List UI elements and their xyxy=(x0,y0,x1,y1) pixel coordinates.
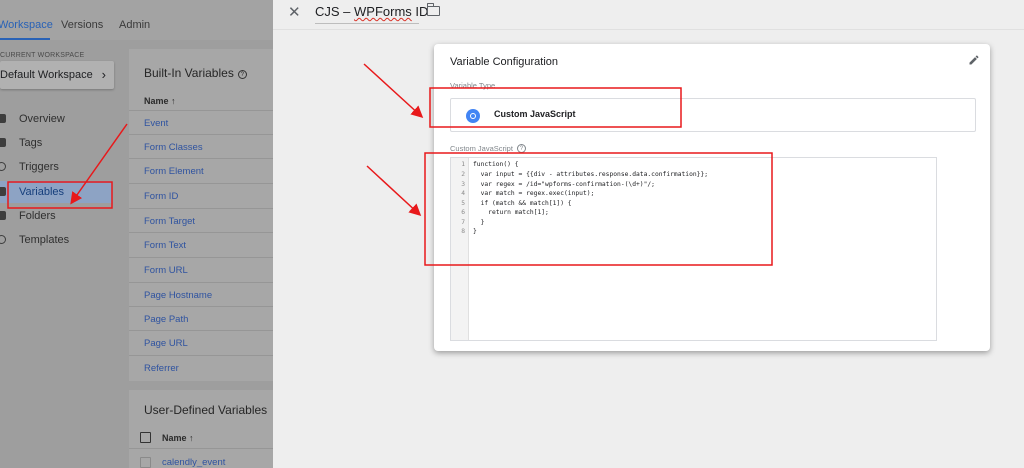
table-row[interactable]: Page URL xyxy=(129,330,273,354)
code-line: } xyxy=(473,219,485,226)
current-workspace-label: CURRENT WORKSPACE xyxy=(0,52,85,59)
code-line: return match[1]; xyxy=(473,209,549,216)
line-number: 1 xyxy=(461,161,465,168)
table-row[interactable]: Form Target xyxy=(129,208,273,232)
divider xyxy=(129,448,273,449)
variables-icon xyxy=(0,187,6,196)
table-row[interactable]: Page Hostname xyxy=(129,282,273,306)
trigger-icon xyxy=(0,162,6,171)
arrow-to-code xyxy=(366,165,422,217)
line-number: 7 xyxy=(461,219,465,226)
title-underline xyxy=(315,23,419,24)
code-line: function() { xyxy=(473,161,519,168)
edit-pencil-icon[interactable] xyxy=(968,54,980,66)
variable-name-title[interactable]: CJS – WPForms ID xyxy=(315,4,428,24)
code-line: } xyxy=(473,228,477,235)
line-number: 3 xyxy=(461,181,465,188)
sidebar-item-templates[interactable]: Templates xyxy=(0,231,120,251)
folder-icon xyxy=(0,211,6,220)
sidebar-item-label: Folders xyxy=(19,210,56,222)
code-editor[interactable]: 1 2 3 4 5 6 7 8 function() { var input =… xyxy=(450,157,937,341)
line-number-gutter: 1 2 3 4 5 6 7 8 xyxy=(451,158,469,340)
tag-icon xyxy=(0,138,6,147)
variable-type-selector[interactable]: Custom JavaScript xyxy=(450,98,976,132)
table-row[interactable]: Form Classes xyxy=(129,134,273,158)
line-number: 5 xyxy=(461,200,465,207)
variable-configuration-card: Variable Configuration Variable Type Cus… xyxy=(434,44,990,351)
select-all-checkbox[interactable] xyxy=(140,432,151,443)
sidebar-item-variables[interactable]: Variables xyxy=(0,181,112,203)
tab-versions[interactable]: Versions xyxy=(61,19,103,31)
code-line: if (match && match[1]) { xyxy=(473,200,572,207)
variable-type-value: Custom JavaScript xyxy=(494,109,576,119)
chevron-right-icon: › xyxy=(101,67,106,82)
column-header-name[interactable]: Name ↑ xyxy=(162,433,194,443)
sidebar-item-label: Triggers xyxy=(19,161,59,173)
table-row[interactable]: Event xyxy=(129,110,273,134)
top-navigation: Workspace Versions Admin xyxy=(0,0,273,40)
folder-icon[interactable] xyxy=(426,3,440,16)
sidebar-item-label: Templates xyxy=(19,234,70,246)
sidebar-item-overview[interactable]: Overview xyxy=(0,110,120,130)
card-title: Variable Configuration xyxy=(450,56,559,68)
code-line: var input = {{div - attributes.response.… xyxy=(473,171,709,178)
sidebar-item-folders[interactable]: Folders xyxy=(0,207,120,227)
card-title: User-Defined Variables xyxy=(144,403,268,417)
table-row[interactable]: calendly_event xyxy=(162,457,225,468)
line-number: 2 xyxy=(461,171,465,178)
custom-javascript-label: Custom JavaScript? xyxy=(450,144,526,153)
table-row[interactable]: Form URL xyxy=(129,257,273,281)
built-in-variables-card: Built-In Variables? Name ↑ Event Form Cl… xyxy=(129,49,273,381)
table-row[interactable]: Form ID xyxy=(129,183,273,207)
card-title: Built-In Variables? xyxy=(144,66,247,80)
code-line: var match = regex.exec(input); xyxy=(473,190,595,197)
tab-admin[interactable]: Admin xyxy=(119,19,150,31)
header-divider xyxy=(273,29,1024,30)
sidebar-item-triggers[interactable]: Triggers xyxy=(0,158,120,178)
code-line: var regex = /id="wpforms-confirmation-(\… xyxy=(473,181,655,188)
workspace-selector[interactable]: Default Workspace › xyxy=(0,61,114,89)
line-number: 6 xyxy=(461,209,465,216)
table-row[interactable]: Page Path xyxy=(129,306,273,330)
arrow-to-variable-type xyxy=(363,63,424,119)
template-icon xyxy=(0,235,6,244)
column-header-name[interactable]: Name ↑ xyxy=(144,96,176,106)
briefcase-icon xyxy=(0,114,6,123)
table-row[interactable]: Form Text xyxy=(129,232,273,256)
help-icon[interactable]: ? xyxy=(516,144,526,153)
sidebar-item-tags[interactable]: Tags xyxy=(0,134,120,154)
sidebar-item-label: Tags xyxy=(19,137,43,149)
tab-workspace[interactable]: Workspace xyxy=(0,19,53,31)
custom-javascript-icon xyxy=(466,109,480,123)
line-number: 4 xyxy=(461,190,465,197)
active-tab-indicator xyxy=(0,38,50,40)
user-defined-variables-card: User-Defined Variables Name ↑ calendly_e… xyxy=(129,390,273,468)
help-icon[interactable]: ? xyxy=(237,70,247,79)
table-row[interactable]: Form Element xyxy=(129,158,273,182)
workspace-name: Default Workspace xyxy=(0,69,93,81)
table-row[interactable]: Referrer xyxy=(129,355,273,379)
workspace-backdrop: Workspace Versions Admin CURRENT WORKSPA… xyxy=(0,0,273,468)
variable-type-label: Variable Type xyxy=(450,81,496,90)
sidebar-item-label: Variables xyxy=(19,186,65,198)
close-icon[interactable]: ✕ xyxy=(288,3,301,21)
line-number: 8 xyxy=(461,228,465,235)
row-checkbox[interactable] xyxy=(140,457,151,468)
sidebar-item-label: Overview xyxy=(19,113,65,125)
